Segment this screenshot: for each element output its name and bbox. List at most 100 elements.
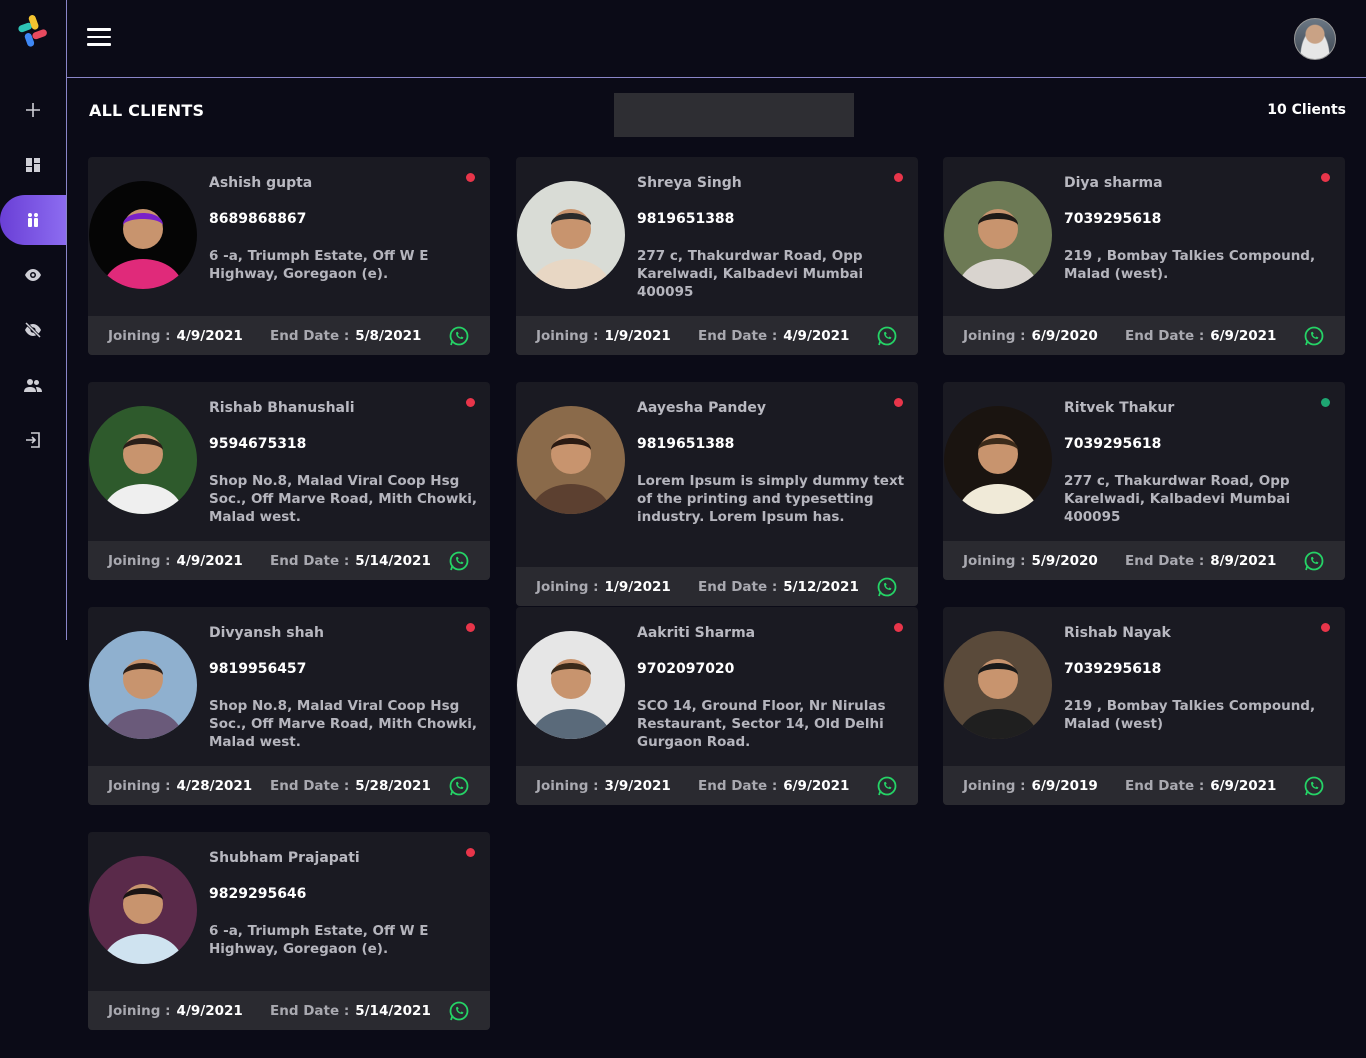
end-label: End Date : [698,327,778,344]
client-address: 277 c, Thakurdwar Road, Opp Karelwadi, K… [1064,473,1291,525]
users-icon [24,379,42,392]
joining-date: Joining : 1/9/2021 [536,579,671,595]
end-date: End Date : 5/28/2021 [270,778,431,794]
whatsapp-icon[interactable] [448,550,470,572]
card-footer: Joining : 4/9/2021 End Date : 5/14/2021 [88,541,490,580]
client-card[interactable]: Shreya Singh 9819651388 277 c, Thakurdwa… [516,157,918,355]
nav-add[interactable] [0,85,66,135]
client-info: Shubham Prajapati 9829295646 6 -a, Trium… [209,850,479,958]
client-phone: 9819956457 [209,661,307,677]
app-logo-icon[interactable] [14,12,52,50]
nav-users[interactable] [0,360,66,410]
client-card[interactable]: Shubham Prajapati 9829295646 6 -a, Trium… [88,832,490,1030]
clients-icon [28,213,38,227]
client-count: 10 Clients [1267,102,1346,118]
client-name: Aakriti Sharma [637,625,756,641]
search-input[interactable] [614,93,854,137]
client-card[interactable]: Diya sharma 7039295618 219 , Bombay Talk… [943,157,1345,355]
client-avatar [89,181,197,289]
joining-label: Joining : [108,327,171,344]
client-name: Ashish gupta [209,175,313,191]
card-footer: Joining : 3/9/2021 End Date : 6/9/2021 [516,766,918,805]
joining-label: Joining : [108,552,171,569]
nav-visible[interactable] [0,250,66,300]
client-address: SCO 14, Ground Floor, Nr Nirulas Restaur… [637,698,886,750]
end-value: 6/9/2021 [1210,777,1277,794]
client-avatar [944,406,1052,514]
end-label: End Date : [270,1002,350,1019]
joining-date: Joining : 6/9/2020 [963,328,1098,344]
whatsapp-icon[interactable] [1303,775,1325,797]
client-info: Diya sharma 7039295618 219 , Bombay Talk… [1064,175,1334,283]
client-photo-icon [89,406,197,514]
whatsapp-icon[interactable] [448,775,470,797]
client-card[interactable]: Aayesha Pandey 9819651388 Lorem Ipsum is… [516,382,918,606]
nav-hidden[interactable] [0,305,66,355]
whatsapp-icon[interactable] [876,775,898,797]
client-phone: 7039295618 [1064,436,1162,452]
client-card[interactable]: Divyansh shah 9819956457 Shop No.8, Mala… [88,607,490,805]
joining-value: 5/9/2020 [1031,552,1098,569]
client-card[interactable]: Ashish gupta 8689868867 6 -a, Triumph Es… [88,157,490,355]
joining-date: Joining : 6/9/2019 [963,778,1098,794]
client-name: Shubham Prajapati [209,850,360,866]
end-date: End Date : 5/14/2021 [270,1003,431,1019]
client-address: 219 , Bombay Talkies Compound, Malad (we… [1064,698,1316,732]
user-avatar[interactable] [1294,18,1336,60]
client-avatar [944,631,1052,739]
plus-icon [26,103,40,117]
client-card[interactable]: Ritvek Thakur 7039295618 277 c, Thakurdw… [943,382,1345,580]
client-address: 6 -a, Triumph Estate, Off W E Highway, G… [209,248,429,282]
client-photo-icon [89,856,197,964]
client-card[interactable]: Rishab Bhanushali 9594675318 Shop No.8, … [88,382,490,580]
client-info: Rishab Bhanushali 9594675318 Shop No.8, … [209,400,479,526]
joining-date: Joining : 4/9/2021 [108,553,243,569]
whatsapp-icon[interactable] [1303,550,1325,572]
whatsapp-icon[interactable] [876,325,898,347]
end-date: End Date : 6/9/2021 [1125,778,1276,794]
client-phone: 9829295646 [209,886,307,902]
client-card[interactable]: Aakriti Sharma 9702097020 SCO 14, Ground… [516,607,918,805]
whatsapp-icon[interactable] [876,576,898,598]
end-label: End Date : [698,578,778,595]
end-label: End Date : [270,327,350,344]
end-label: End Date : [1125,777,1205,794]
client-photo-icon [944,631,1052,739]
end-date: End Date : 5/14/2021 [270,553,431,569]
joining-value: 6/9/2020 [1031,327,1098,344]
nav-logout[interactable] [0,415,66,465]
joining-date: Joining : 5/9/2020 [963,553,1098,569]
client-info: Shreya Singh 9819651388 277 c, Thakurdwa… [637,175,907,301]
end-label: End Date : [270,777,350,794]
joining-value: 1/9/2021 [604,578,671,595]
whatsapp-icon[interactable] [1303,325,1325,347]
hamburger-menu-icon[interactable] [87,28,111,48]
client-name: Ritvek Thakur [1064,400,1175,416]
client-phone: 8689868867 [209,211,307,227]
joining-label: Joining : [536,327,599,344]
nav-dashboard[interactable] [0,140,66,190]
client-name: Aayesha Pandey [637,400,767,416]
joining-value: 4/28/2021 [176,777,253,794]
card-footer: Joining : 5/9/2020 End Date : 8/9/2021 [943,541,1345,580]
client-photo-icon [944,406,1052,514]
client-address: Shop No.8, Malad Viral Coop Hsg Soc., Of… [209,698,478,750]
whatsapp-icon[interactable] [448,1000,470,1022]
joining-date: Joining : 3/9/2021 [536,778,671,794]
nav-clients[interactable] [0,195,66,245]
joining-label: Joining : [963,777,1026,794]
client-phone: 7039295618 [1064,661,1162,677]
whatsapp-icon[interactable] [448,325,470,347]
card-footer: Joining : 4/9/2021 End Date : 5/8/2021 [88,316,490,355]
client-name: Diya sharma [1064,175,1163,191]
end-label: End Date : [1125,327,1205,344]
client-avatar [89,856,197,964]
client-name: Rishab Bhanushali [209,400,355,416]
logout-icon [26,432,40,448]
client-info: Ashish gupta 8689868867 6 -a, Triumph Es… [209,175,479,283]
client-address: 6 -a, Triumph Estate, Off W E Highway, G… [209,923,429,957]
end-value: 5/14/2021 [355,1002,431,1019]
client-card[interactable]: Rishab Nayak 7039295618 219 , Bombay Tal… [943,607,1345,805]
client-photo-icon [517,631,625,739]
client-info: Aayesha Pandey 9819651388 Lorem Ipsum is… [637,400,907,526]
